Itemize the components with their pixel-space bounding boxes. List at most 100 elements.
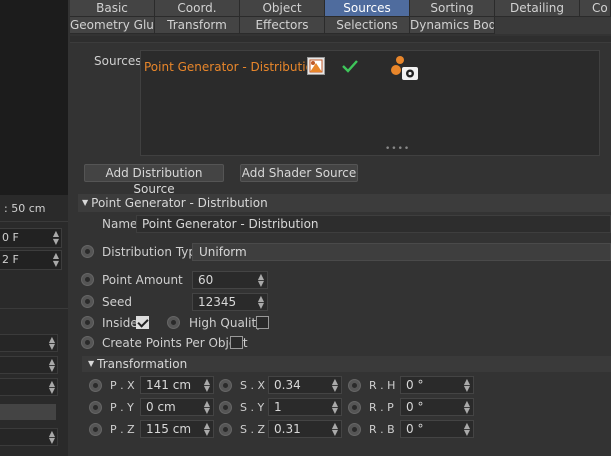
rotation-p-label: R . P	[369, 401, 394, 414]
distribution-type-dropdown[interactable]: Uniform	[192, 243, 611, 261]
section-header-transformation[interactable]: ▼ Transformation	[82, 356, 611, 372]
animate-radio[interactable]	[89, 401, 102, 414]
panel-top-edge	[70, 36, 611, 43]
tab-effectors[interactable]: Effectors	[240, 17, 325, 34]
left-button[interactable]	[0, 404, 56, 420]
inside-label: Inside	[102, 316, 138, 330]
point-amount-field[interactable]: 60 ▲ ▼	[192, 271, 268, 289]
spinner-arrows-icon[interactable]: ▲ ▼	[49, 358, 55, 373]
spinner-arrows-icon[interactable]: ▲ ▼	[332, 378, 338, 393]
tab-coord[interactable]: Coord.	[155, 0, 240, 17]
spinner-arrows-icon[interactable]: ▲ ▼	[49, 380, 55, 395]
spinner-arrows-icon[interactable]: ▲ ▼	[49, 336, 55, 351]
left-panel: : 50 cm 0 F ▲ ▼ 2 F ▲ ▼ ▲ ▼ ▲ ▼ ▲ ▼ ▲ ▼	[0, 0, 68, 456]
spinner-arrows-icon[interactable]: ▲ ▼	[204, 400, 210, 415]
point-generator-icon[interactable]	[307, 57, 325, 78]
point-amount-label: Point Amount	[102, 273, 183, 287]
tab-object[interactable]: Object	[240, 0, 325, 17]
rotation-b-field[interactable]: 0 ° ▲ ▼	[400, 420, 474, 438]
scale-x-label: S . X	[240, 379, 266, 392]
collapse-triangle-icon[interactable]: ▼	[82, 194, 88, 212]
tab-sorting[interactable]: Sorting	[410, 0, 495, 17]
resize-grip-icon[interactable]: ••••	[385, 144, 410, 154]
animate-radio[interactable]	[81, 316, 94, 329]
tab-selections[interactable]: Selections	[325, 17, 410, 34]
name-label: Name	[102, 217, 138, 231]
animate-radio[interactable]	[348, 401, 361, 414]
animate-radio[interactable]	[89, 423, 102, 436]
spinner-arrows-icon[interactable]: ▲ ▼	[332, 400, 338, 415]
source-item-name[interactable]: Point Generator - Distribution	[144, 60, 321, 74]
animate-radio[interactable]	[81, 273, 94, 286]
spinner-arrows-icon[interactable]: ▲ ▼	[464, 422, 470, 437]
spinner-arrows-icon[interactable]: ▲ ▼	[204, 422, 210, 437]
name-field[interactable]: Point Generator - Distribution	[136, 215, 611, 233]
animate-radio[interactable]	[81, 295, 94, 308]
animate-radio[interactable]	[167, 316, 180, 329]
spinner-arrows-icon[interactable]: ▲ ▼	[464, 400, 470, 415]
position-z-label: P . Z	[110, 423, 135, 436]
scale-z-field[interactable]: 0.31 ▲ ▼	[268, 420, 342, 438]
tab-detailing[interactable]: Detailing	[495, 0, 580, 17]
left-field-3[interactable]: ▲ ▼	[0, 378, 58, 396]
spinner-arrows-icon[interactable]: ▲ ▼	[464, 378, 470, 393]
seed-field[interactable]: 12345 ▲ ▼	[192, 293, 268, 311]
animate-radio[interactable]	[219, 423, 232, 436]
animate-radio[interactable]	[89, 379, 102, 392]
tab-transform[interactable]: Transform	[155, 17, 240, 34]
sources-list[interactable]: Point Generator - Distribution ••••	[140, 50, 600, 156]
sources-label: Sources	[94, 54, 142, 68]
tab-sources[interactable]: Sources	[325, 0, 410, 17]
distribution-type-label: Distribution Type	[102, 245, 204, 259]
rotation-b-label: R . B	[369, 423, 395, 436]
frame-field-b[interactable]: 2 F ▲ ▼	[0, 250, 62, 270]
section-header-point-generator[interactable]: ▼ Point Generator - Distribution	[78, 194, 611, 212]
add-shader-source-button[interactable]: Add Shader Source	[240, 164, 358, 182]
left-field-2[interactable]: ▲ ▼	[0, 356, 58, 374]
checkmark-icon[interactable]	[341, 58, 359, 77]
divider	[0, 221, 68, 222]
divider	[0, 308, 68, 309]
tab-dynamics-body[interactable]: Dynamics Body	[410, 17, 495, 34]
position-z-field[interactable]: 115 cm ▲ ▼	[140, 420, 214, 438]
high-quality-label: High Quality	[189, 316, 264, 330]
visibility-eye-icon[interactable]	[391, 55, 419, 84]
tab-basic[interactable]: Basic	[70, 0, 155, 17]
rotation-h-field[interactable]: 0 ° ▲ ▼	[400, 376, 474, 394]
scale-y-field[interactable]: 1 ▲ ▼	[268, 398, 342, 416]
spinner-arrows-icon[interactable]: ▲ ▼	[53, 230, 59, 246]
spinner-arrows-icon[interactable]: ▲ ▼	[204, 378, 210, 393]
tab-overflow[interactable]: Co	[580, 0, 611, 17]
animate-radio[interactable]	[81, 336, 94, 349]
animate-radio[interactable]	[219, 379, 232, 392]
spinner-arrows-icon[interactable]: ▲ ▼	[332, 422, 338, 437]
position-y-field[interactable]: 0 cm ▲ ▼	[140, 398, 214, 416]
create-points-per-object-checkbox[interactable]	[230, 336, 243, 349]
spinner-arrows-icon[interactable]: ▲ ▼	[258, 295, 264, 310]
viewport-readout: : 50 cm	[4, 202, 46, 215]
collapse-triangle-icon[interactable]: ▼	[88, 356, 94, 372]
spinner-arrows-icon[interactable]: ▲ ▼	[258, 273, 264, 288]
animate-radio[interactable]	[348, 423, 361, 436]
animate-radio[interactable]	[219, 401, 232, 414]
high-quality-checkbox[interactable]	[256, 316, 269, 329]
scale-x-field[interactable]: 0.34 ▲ ▼	[268, 376, 342, 394]
tab-bar: Basic Coord. Object Sources Sorting Deta…	[70, 0, 611, 36]
create-points-per-object-label: Create Points Per Object	[102, 336, 248, 350]
tab-geometry-glue[interactable]: Geometry Glue	[70, 17, 155, 34]
position-y-label: P . Y	[110, 401, 134, 414]
spinner-arrows-icon[interactable]: ▲ ▼	[49, 430, 55, 445]
frame-field-a[interactable]: 0 F ▲ ▼	[0, 228, 62, 248]
animate-radio[interactable]	[81, 245, 94, 258]
scale-y-label: S . Y	[240, 401, 265, 414]
add-distribution-source-button[interactable]: Add Distribution Source	[84, 164, 224, 196]
left-field-1[interactable]: ▲ ▼	[0, 334, 58, 352]
animate-radio[interactable]	[348, 379, 361, 392]
viewport-area[interactable]	[0, 0, 68, 195]
spinner-arrows-icon[interactable]: ▲ ▼	[53, 252, 59, 268]
inside-checkbox[interactable]	[136, 316, 149, 329]
rotation-p-field[interactable]: 0 ° ▲ ▼	[400, 398, 474, 416]
position-x-field[interactable]: 141 cm ▲ ▼	[140, 376, 214, 394]
position-x-label: P . X	[110, 379, 135, 392]
left-field-4[interactable]: ▲ ▼	[0, 428, 58, 446]
